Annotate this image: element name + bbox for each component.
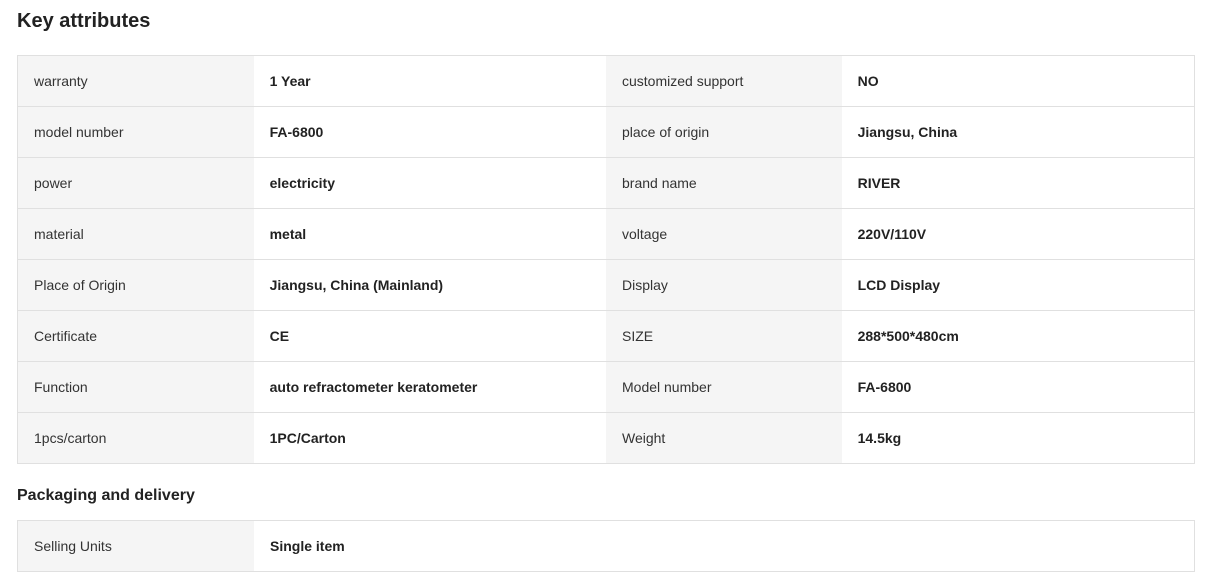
attribute-value: auto refractometer keratometer xyxy=(253,362,606,412)
attribute-value: Jiangsu, China (Mainland) xyxy=(253,260,606,310)
attribute-label: model number xyxy=(18,107,254,157)
attribute-value: metal xyxy=(253,209,606,259)
attribute-label: place of origin xyxy=(606,107,842,157)
attribute-label: Weight xyxy=(606,413,842,463)
attribute-row: Selling Units Single item xyxy=(18,521,1194,571)
attribute-value: 1 Year xyxy=(253,56,606,106)
attribute-label: 1pcs/carton xyxy=(18,413,254,463)
attribute-value: 14.5kg xyxy=(841,413,1194,463)
attribute-label: voltage xyxy=(606,209,842,259)
attribute-label: Function xyxy=(18,362,254,412)
attribute-label: SIZE xyxy=(606,311,842,361)
attribute-value: Single item xyxy=(254,521,1194,571)
attribute-value: RIVER xyxy=(841,158,1194,208)
key-attributes-title: Key attributes xyxy=(17,10,151,32)
attribute-label: customized support xyxy=(606,56,842,106)
attribute-row: 1pcs/carton 1PC/Carton Weight 14.5kg xyxy=(18,413,1194,463)
attribute-label: Certificate xyxy=(18,311,254,361)
attribute-row: warranty 1 Year customized support NO xyxy=(18,56,1194,107)
attribute-row: model number FA-6800 place of origin Jia… xyxy=(18,107,1194,158)
attribute-value: FA-6800 xyxy=(841,362,1194,412)
packaging-table: Selling Units Single item xyxy=(17,520,1195,572)
attribute-label: warranty xyxy=(18,56,254,106)
attribute-value: electricity xyxy=(253,158,606,208)
attribute-row: material metal voltage 220V/110V xyxy=(18,209,1194,260)
attribute-label: brand name xyxy=(606,158,842,208)
attribute-label: Place of Origin xyxy=(18,260,254,310)
attribute-row: Function auto refractometer keratometer … xyxy=(18,362,1194,413)
attribute-label: Selling Units xyxy=(18,521,254,571)
attribute-row: Certificate CE SIZE 288*500*480cm xyxy=(18,311,1194,362)
attribute-value: 1PC/Carton xyxy=(253,413,606,463)
attribute-value: CE xyxy=(253,311,606,361)
attribute-value: FA-6800 xyxy=(253,107,606,157)
attribute-label: power xyxy=(18,158,254,208)
attribute-row: power electricity brand name RIVER xyxy=(18,158,1194,209)
packaging-title: Packaging and delivery xyxy=(17,487,195,504)
key-attributes-table: warranty 1 Year customized support NO mo… xyxy=(17,55,1195,464)
attribute-value: LCD Display xyxy=(841,260,1194,310)
attribute-label: Model number xyxy=(606,362,842,412)
attribute-value: Jiangsu, China xyxy=(841,107,1194,157)
attribute-value: NO xyxy=(841,56,1194,106)
attribute-value: 288*500*480cm xyxy=(841,311,1194,361)
attribute-label: Display xyxy=(606,260,842,310)
attribute-value: 220V/110V xyxy=(841,209,1194,259)
attribute-row: Place of Origin Jiangsu, China (Mainland… xyxy=(18,260,1194,311)
attribute-label: material xyxy=(18,209,254,259)
